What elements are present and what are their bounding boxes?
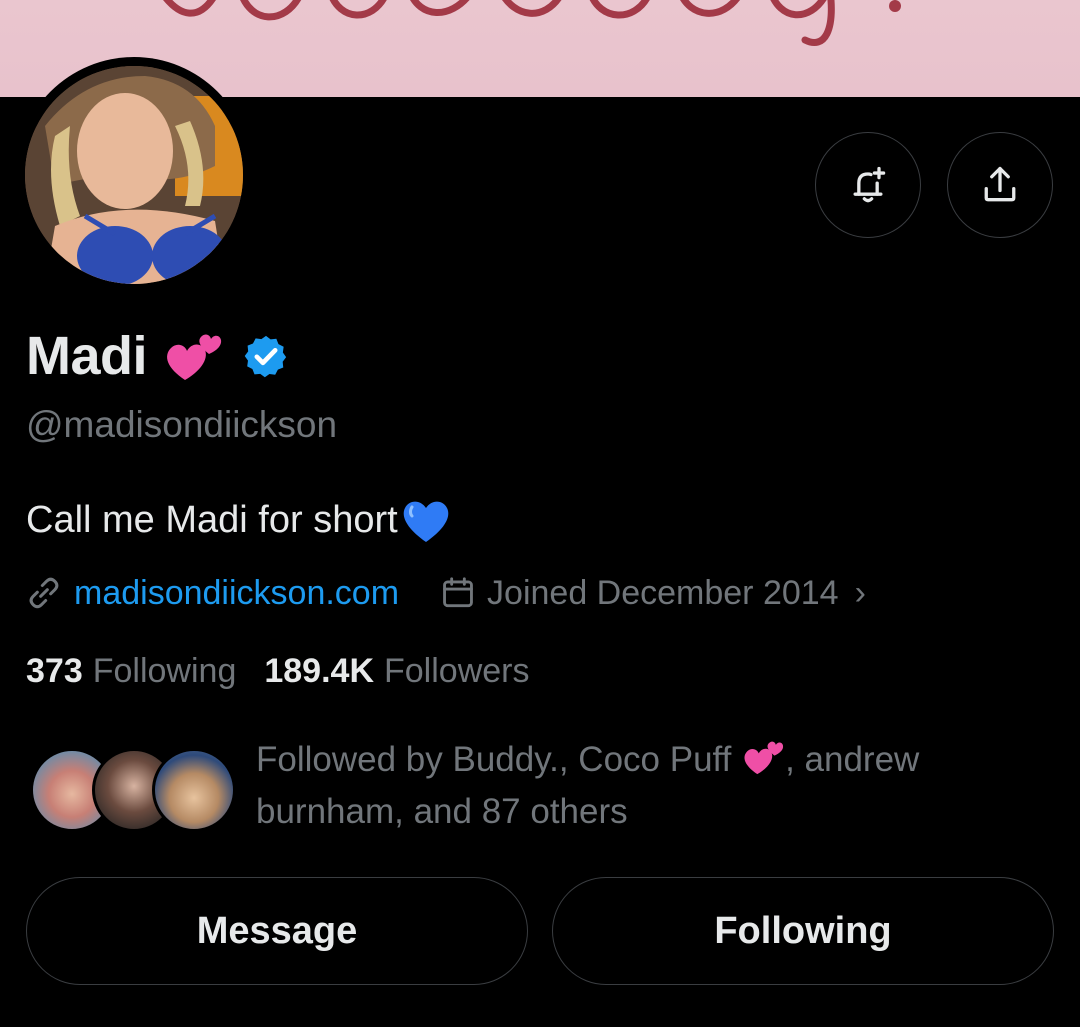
followers-stat[interactable]: 189.4K Followers	[264, 652, 529, 691]
bell-plus-icon	[853, 166, 886, 203]
profile-name: Madi	[26, 326, 148, 386]
profile-name-row: Madi	[26, 325, 289, 387]
joined-text: Joined December 2014	[487, 573, 839, 612]
profile-meta-row: madisondiickson.com Joined December 2014…	[24, 573, 866, 613]
link-icon	[29, 577, 59, 609]
blue-heart-emoji	[403, 501, 448, 542]
followed-by-text[interactable]: Followed by Buddy., Coco Puff , andrew b…	[256, 734, 1046, 838]
mutual-follower-avatar	[152, 748, 236, 832]
profile-bio: Call me Madi for short	[26, 496, 452, 544]
chevron-right-icon: ›	[854, 573, 866, 612]
followers-stat-label: Followers	[384, 652, 530, 690]
verified-badge-icon[interactable]	[243, 333, 289, 379]
following-stat-label: Following	[92, 652, 237, 690]
avatar[interactable]	[25, 66, 243, 284]
following-stat[interactable]: 373 Following	[26, 652, 236, 691]
message-button[interactable]: Message	[26, 877, 528, 985]
avatar-photo	[25, 66, 243, 284]
website-link[interactable]: madisondiickson.com	[74, 574, 399, 613]
share-icon	[984, 166, 1016, 202]
following-count: 373	[26, 652, 83, 690]
mutual-followers-avatars[interactable]	[30, 748, 236, 834]
profile-handle: @madisondiickson	[26, 404, 338, 445]
bio-text: Call me Madi for short	[26, 498, 398, 541]
two-hearts-emoji	[744, 741, 784, 775]
notifications-button[interactable]	[815, 132, 921, 238]
calendar-icon	[443, 577, 473, 608]
profile-stats: 373 Following 189.4K Followers	[26, 652, 529, 691]
followed-by-part1: Followed by Buddy., Coco Puff	[256, 740, 742, 779]
following-button[interactable]: Following	[552, 877, 1054, 985]
share-button[interactable]	[947, 132, 1053, 238]
two-hearts-emoji	[167, 334, 222, 380]
joined-date[interactable]: Joined December 2014 ›	[439, 574, 866, 613]
followers-count: 189.4K	[264, 652, 374, 690]
